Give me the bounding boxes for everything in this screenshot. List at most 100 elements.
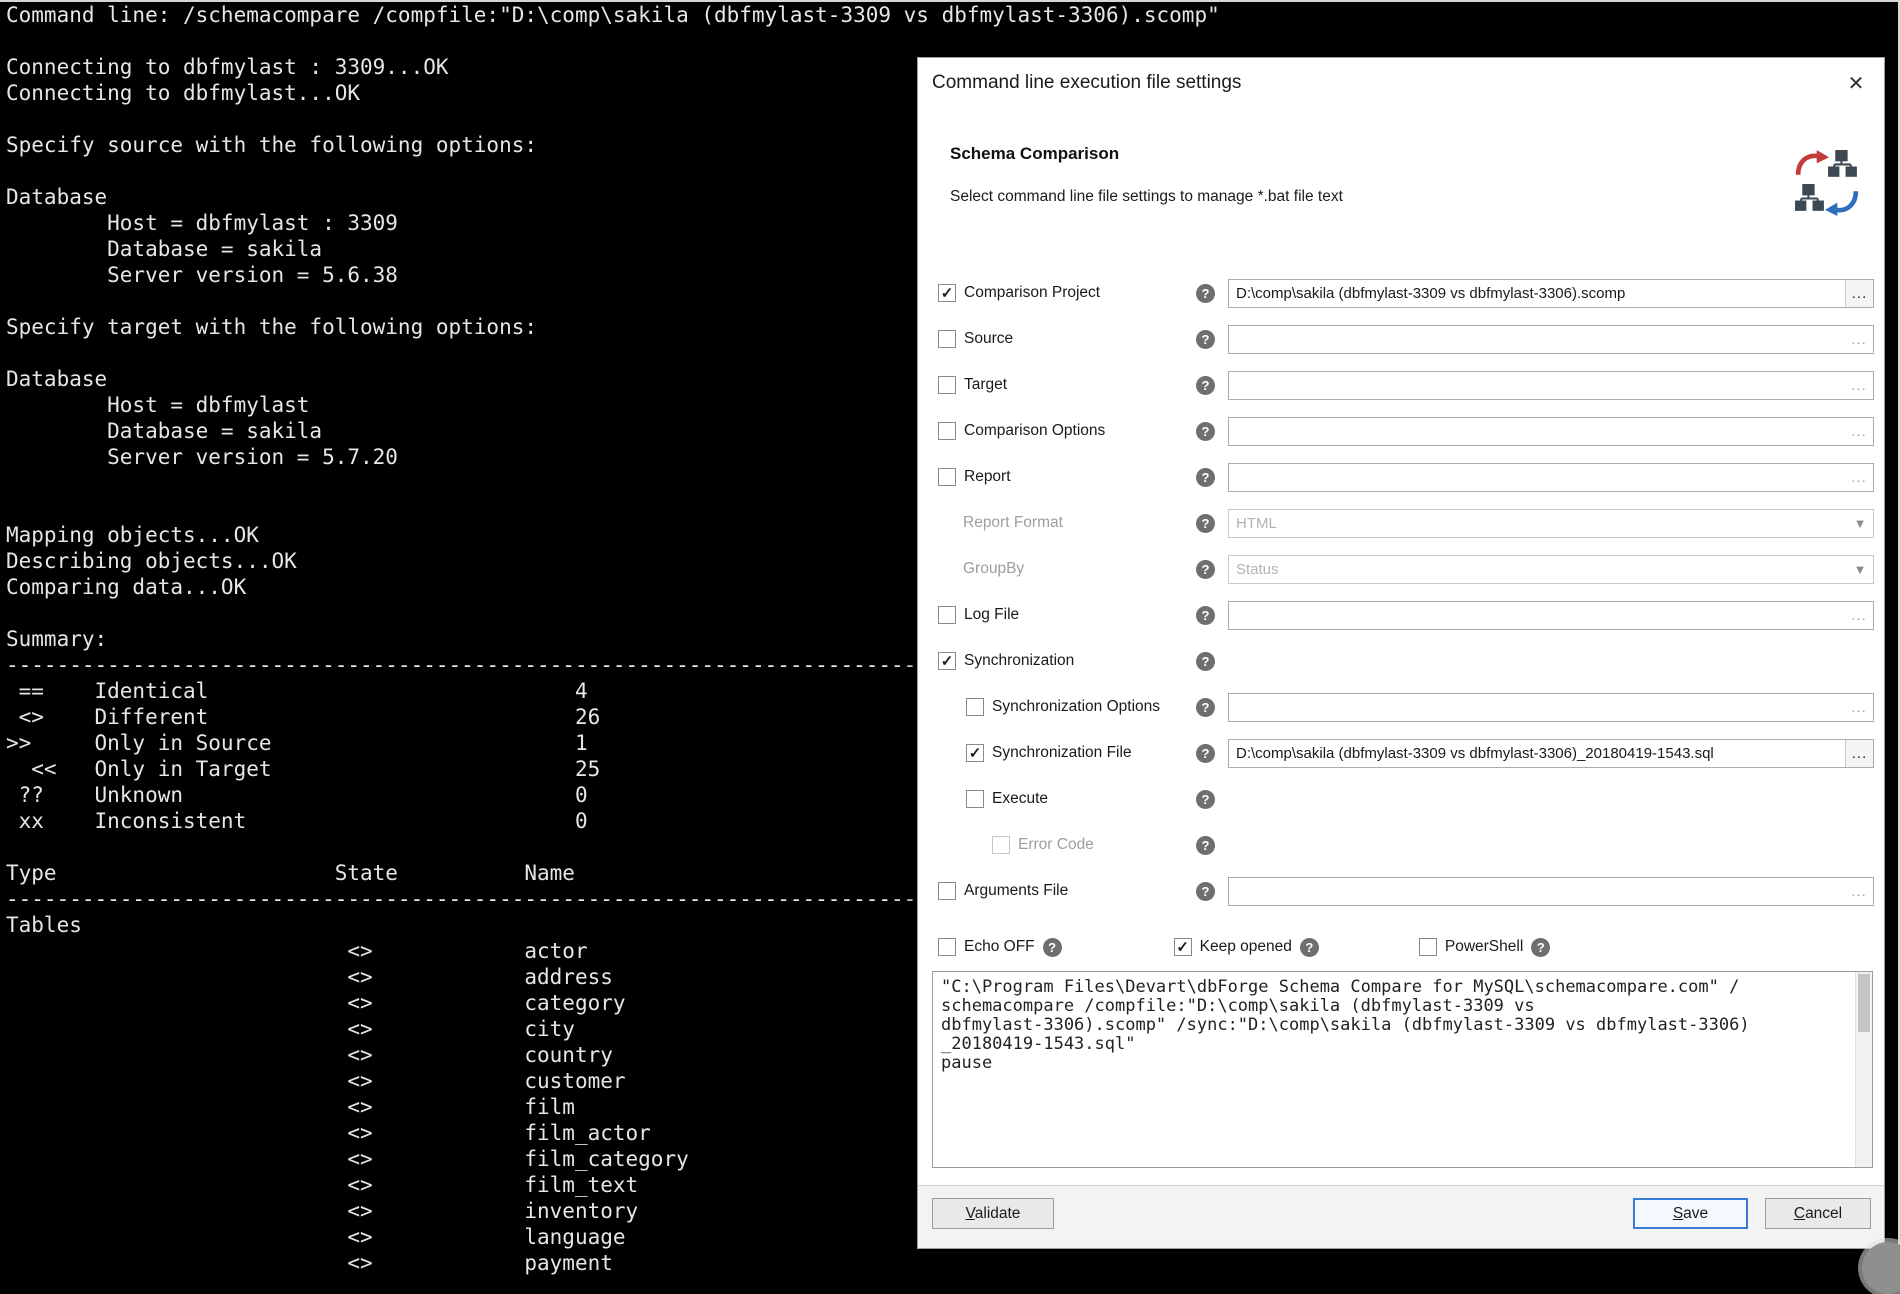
- form-row-synchronization-options: Synchronization Options ? ...: [938, 684, 1874, 730]
- validate-button[interactable]: Validate: [932, 1198, 1054, 1229]
- groupby-select[interactable]: Status ▼: [1228, 555, 1874, 584]
- help-icon[interactable]: ?: [1196, 560, 1215, 579]
- keep-opened-checkbox[interactable]: ✓: [1174, 938, 1192, 956]
- check-icon: ✓: [969, 746, 982, 761]
- browse-button[interactable]: ...: [1845, 602, 1873, 629]
- dialog-titlebar[interactable]: Command line execution file settings ✕: [918, 58, 1884, 108]
- help-icon[interactable]: ?: [1196, 514, 1215, 533]
- form-row-arguments-file: Arguments File ? ...: [938, 868, 1874, 914]
- check-icon: ✓: [941, 654, 954, 669]
- form-row-synchronization: ✓ Synchronization ?: [938, 638, 1874, 684]
- chevron-down-icon[interactable]: ▼: [1847, 516, 1873, 531]
- scrollbar-thumb[interactable]: [1858, 974, 1870, 1032]
- form-row-source: Source ? ...: [938, 316, 1874, 362]
- error-code-label: Error Code: [1018, 836, 1094, 854]
- help-icon[interactable]: ?: [1196, 376, 1215, 395]
- bat-file-text[interactable]: "C:\Program Files\Devart\dbForge Schema …: [933, 972, 1855, 1167]
- arguments-file-label: Arguments File: [964, 882, 1068, 900]
- arguments-file-checkbox[interactable]: [938, 882, 956, 900]
- help-icon[interactable]: ?: [1196, 422, 1215, 441]
- keep-opened-label: Keep opened: [1200, 938, 1292, 956]
- synchronization-file-label: Synchronization File: [992, 744, 1132, 762]
- powershell-option: PowerShell ?: [1419, 938, 1550, 957]
- dialog-footer: Validate Save Cancel: [918, 1186, 1884, 1248]
- browse-button[interactable]: ...: [1845, 740, 1873, 767]
- check-icon: ✓: [941, 286, 954, 301]
- scrollbar[interactable]: [1855, 972, 1872, 1167]
- help-icon[interactable]: ?: [1196, 468, 1215, 487]
- browse-button[interactable]: ...: [1845, 372, 1873, 399]
- settings-form: ✓ Comparison Project ? D:\comp\sakila (d…: [938, 270, 1874, 914]
- synchronization-checkbox[interactable]: ✓: [938, 652, 956, 670]
- comparison-project-field[interactable]: D:\comp\sakila (dbfmylast-3309 vs dbfmyl…: [1228, 279, 1874, 308]
- corner-widget[interactable]: [1862, 1242, 1900, 1294]
- error-code-checkbox[interactable]: [992, 836, 1010, 854]
- synchronization-file-field[interactable]: D:\comp\sakila (dbfmylast-3309 vs dbfmyl…: [1228, 739, 1874, 768]
- window-frame-top: [0, 0, 1900, 2]
- schema-comparison-icon: [1794, 150, 1860, 216]
- form-row-target: Target ? ...: [938, 362, 1874, 408]
- report-checkbox[interactable]: [938, 468, 956, 486]
- browse-button[interactable]: ...: [1845, 878, 1873, 905]
- powershell-label: PowerShell: [1445, 938, 1523, 956]
- help-icon[interactable]: ?: [1196, 882, 1215, 901]
- cancel-button[interactable]: Cancel: [1765, 1198, 1871, 1229]
- source-checkbox[interactable]: [938, 330, 956, 348]
- chevron-down-icon[interactable]: ▼: [1847, 562, 1873, 577]
- help-icon[interactable]: ?: [1196, 330, 1215, 349]
- form-row-execute: Execute ?: [938, 776, 1874, 822]
- help-icon[interactable]: ?: [1196, 836, 1215, 855]
- synchronization-file-checkbox[interactable]: ✓: [966, 744, 984, 762]
- browse-button[interactable]: ...: [1845, 464, 1873, 491]
- log-file-field[interactable]: ...: [1228, 601, 1874, 630]
- target-field[interactable]: ...: [1228, 371, 1874, 400]
- log-file-checkbox[interactable]: [938, 606, 956, 624]
- source-label: Source: [964, 330, 1013, 348]
- report-label: Report: [964, 468, 1011, 486]
- help-icon[interactable]: ?: [1196, 790, 1215, 809]
- echo-off-option: Echo OFF ?: [938, 938, 1062, 957]
- source-field[interactable]: ...: [1228, 325, 1874, 354]
- close-icon[interactable]: ✕: [1840, 67, 1872, 99]
- report-format-label: Report Format: [963, 514, 1063, 532]
- groupby-label: GroupBy: [963, 560, 1024, 578]
- bat-file-preview: "C:\Program Files\Devart\dbForge Schema …: [932, 971, 1873, 1168]
- help-icon[interactable]: ?: [1196, 698, 1215, 717]
- help-icon[interactable]: ?: [1531, 938, 1550, 957]
- comparison-options-label: Comparison Options: [964, 422, 1105, 440]
- report-field[interactable]: ...: [1228, 463, 1874, 492]
- target-checkbox[interactable]: [938, 376, 956, 394]
- synchronization-options-checkbox[interactable]: [966, 698, 984, 716]
- echo-off-checkbox[interactable]: [938, 938, 956, 956]
- powershell-checkbox[interactable]: [1419, 938, 1437, 956]
- form-row-report-format: Report Format ? HTML ▼: [938, 500, 1874, 546]
- form-row-comparison-project: ✓ Comparison Project ? D:\comp\sakila (d…: [938, 270, 1874, 316]
- keep-opened-option: ✓ Keep opened ?: [1174, 938, 1319, 957]
- help-icon[interactable]: ?: [1196, 744, 1215, 763]
- form-row-groupby: GroupBy ? Status ▼: [938, 546, 1874, 592]
- schema-comparison-subtitle: Select command line file settings to man…: [950, 188, 1343, 206]
- comparison-project-checkbox[interactable]: ✓: [938, 284, 956, 302]
- browse-button[interactable]: ...: [1845, 418, 1873, 445]
- comparison-project-label: Comparison Project: [964, 284, 1100, 302]
- synchronization-options-field[interactable]: ...: [1228, 693, 1874, 722]
- browse-button[interactable]: ...: [1845, 326, 1873, 353]
- synchronization-options-label: Synchronization Options: [992, 698, 1160, 716]
- comparison-options-checkbox[interactable]: [938, 422, 956, 440]
- comparison-options-field[interactable]: ...: [1228, 417, 1874, 446]
- help-icon[interactable]: ?: [1043, 938, 1062, 957]
- log-file-label: Log File: [964, 606, 1019, 624]
- save-button[interactable]: Save: [1633, 1198, 1748, 1229]
- help-icon[interactable]: ?: [1196, 652, 1215, 671]
- command-line-settings-dialog: Command line execution file settings ✕ S…: [917, 57, 1885, 1249]
- browse-button[interactable]: ...: [1845, 280, 1873, 307]
- form-row-comparison-options: Comparison Options ? ...: [938, 408, 1874, 454]
- arguments-file-field[interactable]: ...: [1228, 877, 1874, 906]
- help-icon[interactable]: ?: [1300, 938, 1319, 957]
- report-format-select[interactable]: HTML ▼: [1228, 509, 1874, 538]
- browse-button[interactable]: ...: [1845, 694, 1873, 721]
- help-icon[interactable]: ?: [1196, 284, 1215, 303]
- options-row: Echo OFF ? ✓ Keep opened ? PowerShell ?: [938, 932, 1874, 962]
- execute-checkbox[interactable]: [966, 790, 984, 808]
- help-icon[interactable]: ?: [1196, 606, 1215, 625]
